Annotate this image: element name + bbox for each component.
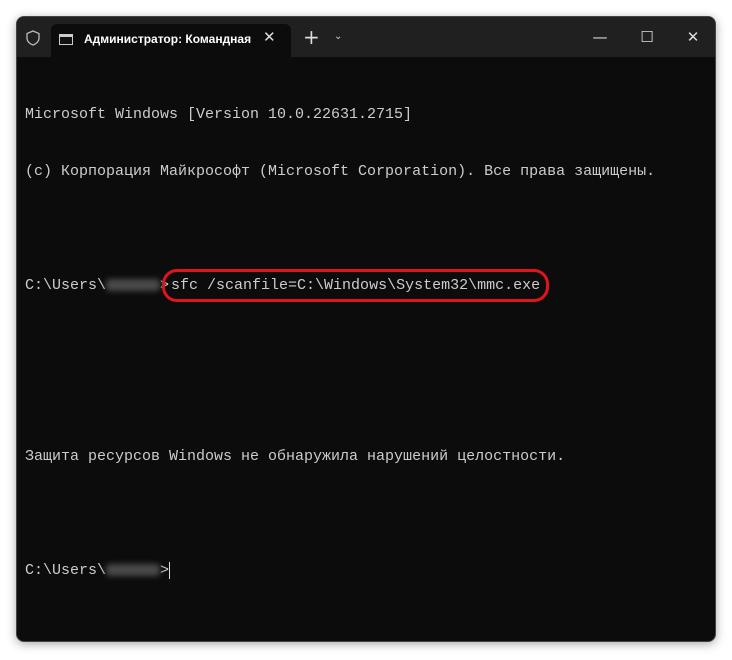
minimize-icon: — xyxy=(592,28,608,46)
version-line: Microsoft Windows [Version 10.0.22631.27… xyxy=(25,106,413,123)
tab-title: Администратор: Командная xyxy=(84,32,252,46)
new-tab-button[interactable]: + xyxy=(303,25,320,49)
maximize-button[interactable]: ☐ xyxy=(624,17,670,57)
prompt-prefix: C:\Users\ xyxy=(25,562,107,579)
title-bar[interactable]: Администратор: Командная ✕ + ⌄ — ☐ ✕ xyxy=(17,17,715,57)
shield-icon xyxy=(26,30,40,46)
close-icon: ✕ xyxy=(686,28,700,46)
current-prompt: C:\Users\ > xyxy=(25,561,715,580)
close-tab-icon[interactable]: ✕ xyxy=(263,28,276,46)
cmd-icon xyxy=(59,34,73,45)
blurred-username xyxy=(106,279,161,292)
maximize-icon: ☐ xyxy=(640,28,654,46)
prompt-suffix: > xyxy=(160,562,170,579)
minimize-button[interactable]: — xyxy=(577,17,623,57)
terminal-output[interactable]: Microsoft Windows [Version 10.0.22631.27… xyxy=(25,67,715,618)
chevron-down-icon[interactable]: ⌄ xyxy=(334,31,342,42)
close-button[interactable]: ✕ xyxy=(670,17,715,57)
text-cursor xyxy=(169,561,171,579)
prompt-suffix: > xyxy=(160,277,170,294)
copyright-line: (c) Корпорация Майкрософт (Microsoft Cor… xyxy=(25,163,656,180)
result-line: Защита ресурсов Windows не обнаружила на… xyxy=(25,448,566,465)
command-line: C:\Users\ > sfc /scanfile=C:\Windows\Syste… xyxy=(25,269,715,302)
tab-command-prompt[interactable]: Администратор: Командная ✕ xyxy=(51,24,291,57)
terminal-window: Администратор: Командная ✕ + ⌄ — ☐ ✕ Mic… xyxy=(16,16,716,642)
blurred-username xyxy=(106,564,161,577)
prompt-prefix: C:\Users\ xyxy=(25,277,107,294)
highlighted-command: sfc /scanfile=C:\Windows\System32\mmc.ex… xyxy=(162,269,550,302)
